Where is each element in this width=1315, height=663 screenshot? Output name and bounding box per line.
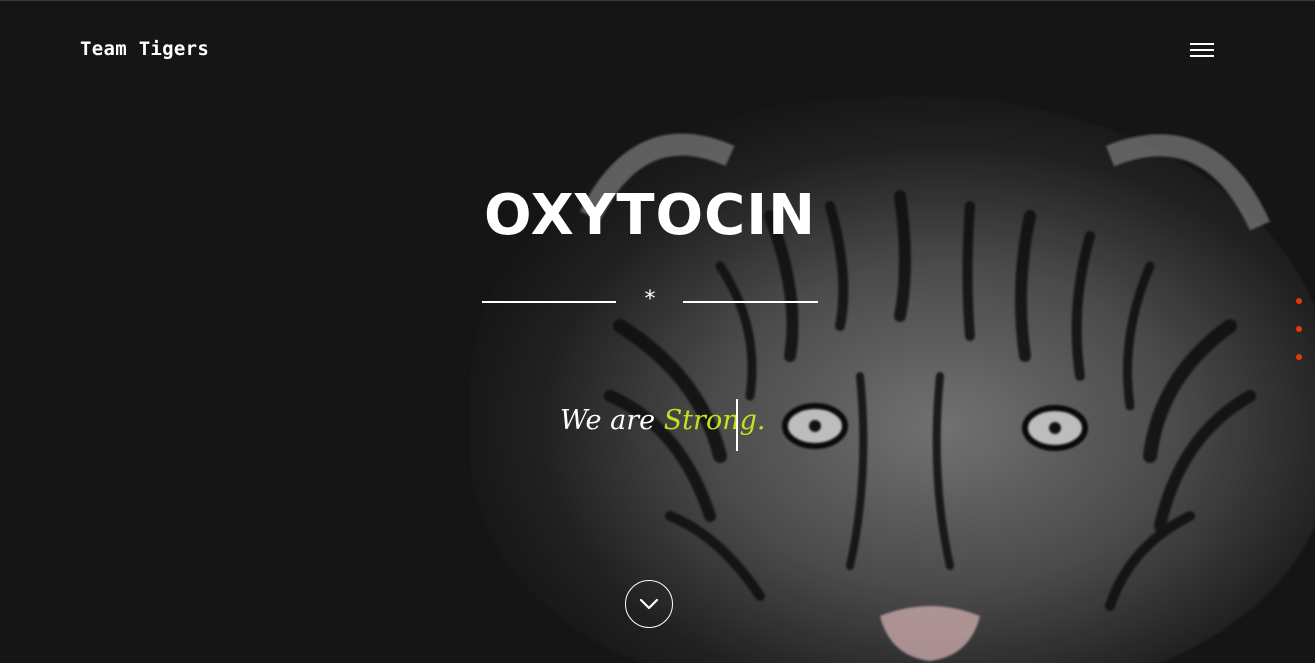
section-nav-dot-2[interactable] <box>1296 326 1302 332</box>
chevron-down-icon <box>639 598 659 610</box>
typing-cursor <box>736 399 738 451</box>
tagline-accent-word: Strong. <box>663 405 766 436</box>
tiger-background-image <box>470 96 1315 663</box>
tagline-prefix: We are <box>560 405 664 436</box>
hamburger-menu-button[interactable] <box>1186 39 1218 61</box>
divider-symbol: * <box>644 287 656 312</box>
divider-line-left <box>482 301 616 303</box>
hero-page: Team Tigers OXYTOCIN * We are Strong. <box>0 0 1315 663</box>
brand-logo[interactable]: Team Tigers <box>80 38 209 60</box>
hero-tagline: We are Strong. <box>560 405 765 436</box>
section-nav-dot-1[interactable] <box>1296 298 1302 304</box>
section-nav-dot-3[interactable] <box>1296 354 1302 360</box>
hero-title: OXYTOCIN <box>484 183 816 248</box>
divider-line-right <box>683 301 818 303</box>
hamburger-menu-icon-bottom <box>1190 55 1214 57</box>
scroll-down-button[interactable] <box>625 580 673 628</box>
tiger-stripes <box>580 133 1271 661</box>
hamburger-menu-icon <box>1190 43 1214 45</box>
hamburger-menu-icon-middle <box>1190 49 1214 51</box>
